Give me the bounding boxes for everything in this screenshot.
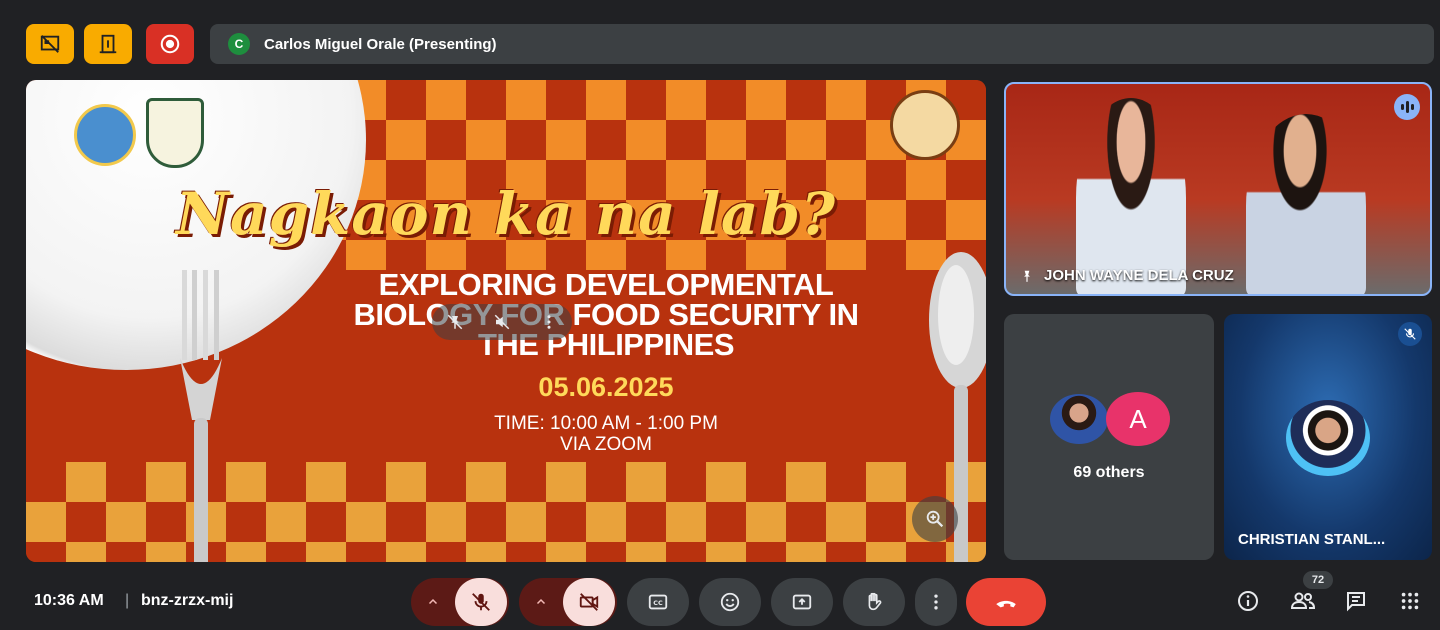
speaker-name: JOHN WAYNE DELA CRUZ [1044, 267, 1234, 284]
meeting-code: bnz-zrzx-mij [141, 592, 234, 609]
society-seal-logo [890, 90, 960, 160]
present-screen-icon [792, 594, 812, 610]
hide-tiles-button[interactable] [26, 24, 74, 64]
participant-avatar-letter: A [1106, 392, 1170, 446]
raise-hand-button[interactable] [843, 578, 905, 626]
event-time: TIME: 10:00 AM - 1:00 PM VIA ZOOM [306, 413, 906, 455]
closed-captions-icon: CC [648, 594, 668, 610]
audio-settings-caret[interactable] [411, 578, 455, 626]
subtitle-line-2: BIOLOGY FOR FOOD SECURITY IN [353, 297, 859, 332]
mic-off-badge [1398, 322, 1422, 346]
meeting-details-button[interactable] [1233, 586, 1263, 616]
subtitle-line-3: THE PHILIPPINES [477, 327, 735, 362]
camera-off-icon [579, 593, 599, 611]
record-icon [160, 34, 180, 54]
emoji-icon [720, 592, 740, 612]
people-button[interactable] [1288, 586, 1318, 616]
presentation-slide[interactable]: Nagkaon ka na lab? EXPLORING DEVELOPMENT… [26, 80, 986, 562]
activities-button[interactable] [1395, 586, 1425, 616]
camera-toggle-button[interactable] [563, 578, 615, 626]
presentation-controls [432, 304, 572, 340]
more-vert-icon [934, 594, 938, 610]
mic-control-group [411, 578, 509, 626]
meeting-info-separator: | [125, 592, 130, 609]
participant-name: CHRISTIAN STANL... [1238, 531, 1386, 548]
unpin-icon[interactable] [446, 313, 464, 331]
ust-seal-logo [74, 104, 136, 166]
svg-text:CC: CC [653, 599, 663, 607]
chat-button[interactable] [1341, 586, 1371, 616]
microphone-toggle-button[interactable] [455, 578, 507, 626]
fork-graphic [180, 270, 222, 562]
more-options-icon[interactable] [540, 313, 558, 331]
captions-button[interactable]: CC [627, 578, 689, 626]
event-time-line: TIME: 10:00 AM - 1:00 PM [494, 413, 718, 434]
participant-tile[interactable]: CHRISTIAN STANL... [1224, 314, 1432, 560]
exit-door-icon [99, 34, 117, 54]
subtitle-line-1: EXPLORING DEVELOPMENTAL [378, 267, 834, 302]
mute-presentation-icon[interactable] [493, 313, 511, 331]
event-date: 05.06.2025 [538, 372, 674, 402]
leave-call-button[interactable] [966, 578, 1046, 626]
zoom-button[interactable] [912, 496, 958, 542]
pin-icon [1024, 270, 1030, 282]
chat-icon [1347, 592, 1365, 612]
more-options-button[interactable] [915, 578, 957, 626]
zoom-in-icon [926, 510, 944, 528]
camera-control-group [519, 578, 617, 626]
present-screen-button[interactable] [771, 578, 833, 626]
bottom-control-bar: 10:36 AM | bnz-zrzx-mij CC 72 [0, 568, 1440, 630]
speaker-video-tile[interactable]: JOHN WAYNE DELA CRUZ [1004, 82, 1432, 296]
mic-off-icon [1404, 328, 1416, 340]
raise-hand-icon [868, 592, 882, 611]
people-icon [1290, 592, 1316, 609]
presenter-label: Carlos Miguel Orale (Presenting) [264, 35, 497, 53]
top-bar: C Carlos Miguel Orale (Presenting) [0, 0, 1440, 70]
leave-door-button[interactable] [84, 24, 132, 64]
slide-title: Nagkaon ka na lab? [175, 180, 837, 248]
recording-button[interactable] [146, 24, 194, 64]
others-tile[interactable]: A 69 others [1004, 314, 1214, 560]
participant-avatar [1286, 400, 1370, 476]
checker-pattern-bottom [26, 462, 986, 562]
event-platform-line: VIA ZOOM [560, 434, 652, 455]
college-crest-logo [146, 98, 204, 168]
end-call-icon [996, 600, 1016, 608]
slide-subtitle: EXPLORING DEVELOPMENTAL BIOLOGY FOR FOOD… [306, 267, 906, 362]
info-icon [1238, 591, 1258, 611]
chevron-up-icon [428, 598, 438, 605]
speaker-video-person-2 [1246, 114, 1366, 294]
speaker-name-label: JOHN WAYNE DELA CRUZ [1020, 267, 1234, 284]
mic-off-icon [472, 593, 490, 611]
others-count-label: 69 others [1073, 464, 1145, 481]
speaking-indicator-icon [1394, 94, 1420, 120]
participant-avatar-photo [1048, 392, 1110, 446]
hide-tiles-icon [40, 35, 60, 53]
chevron-up-icon [536, 598, 546, 605]
presenter-banner[interactable]: C Carlos Miguel Orale (Presenting) [210, 24, 1434, 64]
meeting-time: 10:36 AM [34, 592, 104, 609]
presenter-avatar: C [228, 33, 250, 55]
video-settings-caret[interactable] [519, 578, 563, 626]
apps-grid-icon [1401, 592, 1419, 610]
reactions-button[interactable] [699, 578, 761, 626]
